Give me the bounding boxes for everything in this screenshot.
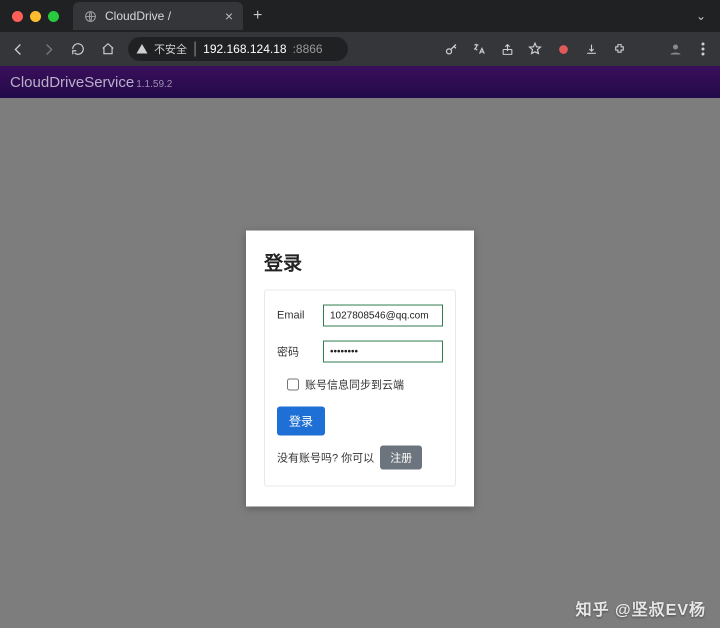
insecure-warning-icon — [136, 43, 148, 55]
download-icon[interactable] — [582, 40, 600, 58]
sync-checkbox[interactable] — [287, 379, 299, 391]
browser-tab[interactable]: CloudDrive / × — [73, 2, 243, 30]
login-title: 登录 — [264, 249, 456, 276]
login-form: Email 密码 账号信息同步到云端 登录 没有账号吗? 你可以 注册 — [264, 290, 456, 487]
new-tab-button[interactable]: + — [253, 7, 262, 25]
browser-toolbar: 不安全 | 192.168.124.18:8866 — [0, 32, 720, 66]
login-button[interactable]: 登录 — [277, 407, 325, 436]
tabs-dropdown-icon[interactable]: ⌄ — [696, 9, 706, 23]
address-host: 192.168.124.18 — [203, 42, 286, 56]
window-controls — [12, 11, 59, 22]
forward-button[interactable] — [38, 39, 58, 59]
insecure-label: 不安全 — [154, 41, 187, 57]
brand-version: 1.1.59.2 — [136, 79, 172, 90]
globe-icon — [83, 9, 97, 23]
login-card: 登录 Email 密码 账号信息同步到云端 登录 没有账号吗? 你可以 注册 — [246, 231, 474, 507]
email-field[interactable] — [323, 305, 443, 327]
star-icon[interactable] — [526, 40, 544, 58]
share-icon[interactable] — [498, 40, 516, 58]
close-window-icon[interactable] — [12, 11, 23, 22]
email-row: Email — [277, 305, 443, 327]
minimize-window-icon[interactable] — [30, 11, 41, 22]
translate-icon[interactable] — [470, 40, 488, 58]
home-button[interactable] — [98, 39, 118, 59]
password-row: 密码 — [277, 341, 443, 363]
menu-icon[interactable] — [694, 40, 712, 58]
password-label: 密码 — [277, 344, 313, 360]
back-button[interactable] — [8, 39, 28, 59]
address-bar[interactable]: 不安全 | 192.168.124.18:8866 — [128, 37, 348, 61]
reload-button[interactable] — [68, 39, 88, 59]
sync-row: 账号信息同步到云端 — [287, 377, 443, 393]
tab-bar: CloudDrive / × + ⌄ — [0, 0, 720, 32]
signup-prompt: 没有账号吗? 你可以 — [277, 450, 374, 466]
signup-line: 没有账号吗? 你可以 注册 — [277, 446, 443, 470]
password-field[interactable] — [323, 341, 443, 363]
brand-name: CloudDriveService — [10, 74, 134, 91]
panel-icon[interactable] — [638, 40, 656, 58]
browser-chrome: CloudDrive / × + ⌄ 不安全 | 192.168.124.18:… — [0, 0, 720, 66]
watermark: 知乎 @坚叔EV杨 — [576, 596, 706, 620]
email-label: Email — [277, 310, 313, 322]
address-port: :8866 — [293, 42, 323, 56]
register-button[interactable]: 注册 — [380, 446, 422, 470]
app-header: CloudDriveService1.1.59.2 — [0, 66, 720, 98]
profile-icon[interactable] — [666, 40, 684, 58]
maximize-window-icon[interactable] — [48, 11, 59, 22]
tab-title: CloudDrive / — [105, 9, 171, 23]
sync-label: 账号信息同步到云端 — [305, 377, 404, 393]
brand-title: CloudDriveService1.1.59.2 — [10, 74, 172, 91]
key-icon[interactable] — [442, 40, 460, 58]
close-tab-icon[interactable]: × — [225, 8, 233, 24]
extensions-icon[interactable] — [610, 40, 628, 58]
page-content: 登录 Email 密码 账号信息同步到云端 登录 没有账号吗? 你可以 注册 知… — [0, 98, 720, 628]
extension-icon-1[interactable] — [554, 40, 572, 58]
